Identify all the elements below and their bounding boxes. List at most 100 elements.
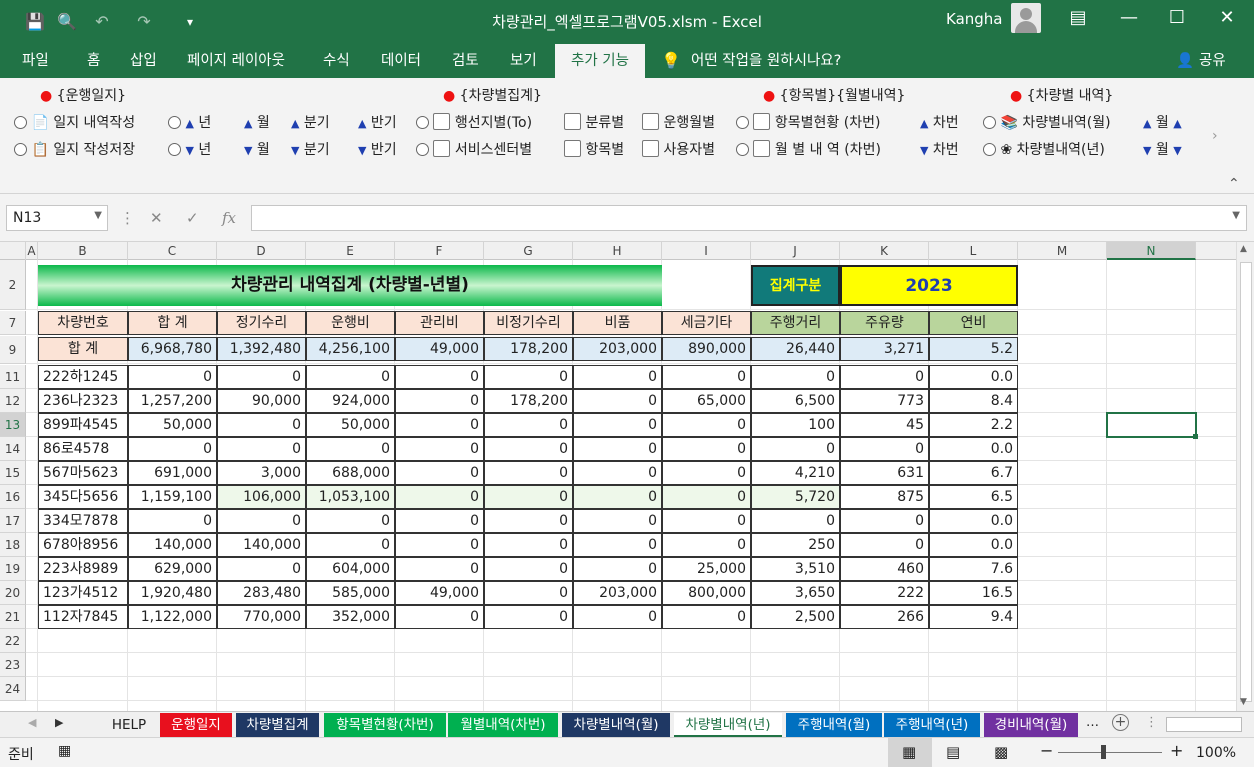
value-cell[interactable]: 0 — [484, 557, 573, 581]
value-cell[interactable]: 0 — [395, 605, 484, 629]
car-number-cell[interactable]: 678아8956 — [38, 533, 128, 557]
tab-home[interactable]: 홈 — [87, 44, 100, 78]
value-cell[interactable]: 0 — [573, 533, 662, 557]
sheet-tab[interactable]: 운행일지 — [160, 713, 232, 737]
by-user-label[interactable]: 사용자별 — [663, 142, 715, 158]
g4-month-up-label[interactable]: 월 — [1156, 115, 1169, 131]
value-cell[interactable]: 2,500 — [751, 605, 840, 629]
formula-input[interactable]: ▼ — [251, 205, 1247, 231]
btn-category[interactable]: 분류별 — [564, 113, 624, 133]
value-cell[interactable]: 0 — [751, 509, 840, 533]
year-up-label[interactable]: 년 — [198, 115, 211, 131]
user-name[interactable]: Kangha — [946, 10, 1003, 28]
header-cell[interactable]: 주행거리 — [751, 311, 840, 335]
total-cell[interactable]: 5.2 — [929, 337, 1018, 361]
value-cell[interactable]: 45 — [840, 413, 929, 437]
value-cell[interactable]: 924,000 — [306, 389, 395, 413]
radio-icon[interactable] — [168, 116, 181, 129]
value-cell[interactable]: 1,257,200 — [128, 389, 217, 413]
value-cell[interactable]: 1,122,000 — [128, 605, 217, 629]
value-cell[interactable]: 0 — [395, 461, 484, 485]
value-cell[interactable]: 0 — [573, 461, 662, 485]
value-cell[interactable]: 460 — [840, 557, 929, 581]
row-header[interactable]: 23 — [0, 653, 26, 677]
value-cell[interactable]: 16.5 — [929, 581, 1018, 605]
g4-month-down-label[interactable]: 월 — [1156, 142, 1169, 158]
value-cell[interactable]: 1,920,480 — [128, 581, 217, 605]
header-cell[interactable]: 세금기타 — [662, 311, 751, 335]
value-cell[interactable]: 0 — [306, 437, 395, 461]
value-cell[interactable]: 0.0 — [929, 365, 1018, 389]
value-cell[interactable]: 773 — [840, 389, 929, 413]
car-number-cell[interactable]: 112자7845 — [38, 605, 128, 629]
btn-monthly-run[interactable]: 운행월별 — [642, 113, 715, 133]
value-cell[interactable]: 691,000 — [128, 461, 217, 485]
value-cell[interactable]: 2.2 — [929, 413, 1018, 437]
value-cell[interactable]: 0 — [573, 509, 662, 533]
car-number-cell[interactable]: 567마5623 — [38, 461, 128, 485]
period-value[interactable]: 2023 — [840, 265, 1018, 306]
row-header[interactable]: 20 — [0, 581, 26, 605]
value-cell[interactable]: 0 — [306, 509, 395, 533]
fill-handle[interactable] — [1193, 434, 1198, 439]
minimize-icon[interactable]: — — [1106, 0, 1152, 36]
radio-year-up[interactable]: ▲ 년 — [168, 113, 211, 134]
radio-icon[interactable] — [416, 143, 429, 156]
header-cell[interactable]: 비정기수리 — [484, 311, 573, 335]
value-cell[interactable]: 50,000 — [128, 413, 217, 437]
tab-insert[interactable]: 삽입 — [130, 44, 157, 78]
value-cell[interactable]: 140,000 — [217, 533, 306, 557]
column-header[interactable]: H — [573, 242, 662, 260]
value-cell[interactable]: 0 — [840, 365, 929, 389]
destination-label[interactable]: 행선지별(To) — [455, 115, 532, 131]
close-icon[interactable]: ✕ — [1204, 0, 1250, 36]
radio-icon[interactable] — [736, 143, 749, 156]
radio-icon[interactable] — [983, 143, 996, 156]
radio-car-monthly[interactable]: 📚 차량별내역(월) — [983, 113, 1111, 133]
value-cell[interactable]: 631 — [840, 461, 929, 485]
total-cell[interactable]: 3,271 — [840, 337, 929, 361]
column-header[interactable]: F — [395, 242, 484, 260]
value-cell[interactable]: 0 — [662, 365, 751, 389]
row-header[interactable]: 22 — [0, 629, 26, 653]
car-number-cell[interactable]: 222하1245 — [38, 365, 128, 389]
car-yearly-label[interactable]: 차량별내역(년) — [1017, 142, 1105, 158]
tab-data[interactable]: 데이터 — [381, 44, 421, 78]
vertical-scrollbar[interactable]: ▲ ▼ — [1236, 242, 1254, 711]
row-header[interactable]: 21 — [0, 605, 26, 629]
value-cell[interactable]: 0 — [840, 437, 929, 461]
column-header[interactable]: K — [840, 242, 929, 260]
value-cell[interactable]: 0 — [662, 485, 751, 509]
sheet-tab[interactable]: 월별내역(차번) — [448, 713, 558, 737]
sheet-tab[interactable]: 경비내역(월) — [984, 713, 1078, 737]
value-cell[interactable]: 0 — [662, 437, 751, 461]
header-cell[interactable]: 연비 — [929, 311, 1018, 335]
value-cell[interactable]: 1,159,100 — [128, 485, 217, 509]
car-number-cell[interactable]: 236나2323 — [38, 389, 128, 413]
value-cell[interactable]: 8.4 — [929, 389, 1018, 413]
total-cell[interactable]: 4,256,100 — [306, 337, 395, 361]
value-cell[interactable]: 0 — [573, 389, 662, 413]
value-cell[interactable]: 0 — [484, 365, 573, 389]
radio-icon[interactable] — [14, 116, 27, 129]
radio-log-write[interactable]: 📄 일지 내역작성 — [14, 113, 135, 133]
value-cell[interactable]: 140,000 — [128, 533, 217, 557]
tab-view[interactable]: 보기 — [510, 44, 537, 78]
value-cell[interactable]: 1,053,100 — [306, 485, 395, 509]
btn-car-down[interactable]: ▼ 차번 — [920, 140, 959, 161]
customize-toolbar-icon[interactable]: ▾ — [180, 0, 200, 44]
column-header[interactable]: I — [662, 242, 751, 260]
value-cell[interactable]: 0 — [395, 557, 484, 581]
value-cell[interactable]: 0 — [484, 533, 573, 557]
value-cell[interactable]: 106,000 — [217, 485, 306, 509]
sheet-tab[interactable]: 차량별내역(년) — [674, 713, 782, 737]
value-cell[interactable]: 0 — [662, 605, 751, 629]
tab-formulas[interactable]: 수식 — [323, 44, 350, 78]
btn-item[interactable]: 항목별 — [564, 140, 624, 160]
sheet-tab[interactable]: 차량별집계 — [236, 713, 319, 737]
value-cell[interactable]: 352,000 — [306, 605, 395, 629]
value-cell[interactable]: 0 — [573, 557, 662, 581]
tab-add-ins[interactable]: 추가 기능 — [555, 44, 645, 78]
row-header[interactable]: 13 — [0, 413, 26, 437]
half-down-label[interactable]: 반기 — [371, 142, 397, 158]
